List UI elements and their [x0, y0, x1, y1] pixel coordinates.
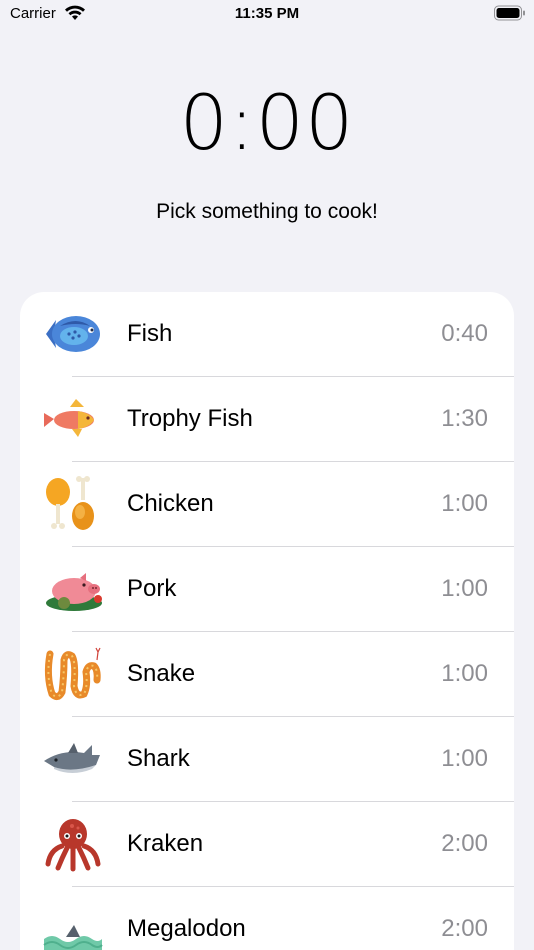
item-time: 2:00: [441, 830, 488, 857]
item-name: Chicken: [127, 490, 214, 517]
list-item-trophy-fish[interactable]: Trophy Fish 1:30: [20, 377, 514, 462]
cook-prompt: Pick something to cook!: [156, 200, 378, 223]
megalodon-icon: [43, 925, 103, 950]
timer-display: 0:00: [179, 78, 355, 167]
item-name: Fish: [127, 320, 173, 347]
item-time: 1:30: [441, 405, 488, 432]
item-time: 1:00: [441, 745, 488, 772]
item-name: Megalodon: [127, 915, 246, 942]
list-item-chicken[interactable]: Chicken 1:00: [20, 462, 514, 547]
item-name: Shark: [127, 745, 190, 772]
list-item-pork[interactable]: Pork 1:00: [20, 547, 514, 632]
item-time: 1:00: [441, 660, 488, 687]
status-time: 11:35 PM: [234, 5, 300, 22]
list-item-shark[interactable]: Shark 1:00: [20, 717, 514, 802]
item-name: Kraken: [127, 830, 204, 857]
food-list: Fish 0:40 Trophy Fish 1:30 Chicken 1:00: [20, 292, 514, 950]
shark-icon: [44, 743, 100, 773]
item-time: 1:00: [441, 575, 488, 602]
battery-icon: [494, 5, 525, 21]
status-bar: Carrier 11:35 PM: [0, 0, 534, 30]
pork-icon: [46, 573, 102, 611]
fish-icon: [46, 316, 100, 352]
list-item-snake[interactable]: Snake 1:00: [20, 632, 514, 717]
chicken-icon: [46, 476, 94, 530]
snake-icon: [44, 647, 101, 701]
item-time: 1:00: [441, 490, 488, 517]
item-time: 0:40: [441, 320, 488, 347]
item-time: 2:00: [441, 915, 488, 942]
item-name: Trophy Fish: [127, 405, 253, 432]
kraken-icon: [45, 819, 101, 872]
item-name: Snake: [127, 660, 196, 687]
item-name: Pork: [127, 575, 177, 602]
list-item-megalodon[interactable]: Megalodon 2:00: [20, 887, 514, 950]
list-item-kraken[interactable]: Kraken 2:00: [20, 802, 514, 887]
list-item-fish[interactable]: Fish 0:40: [20, 292, 514, 377]
trophy-fish-icon: [44, 399, 94, 437]
